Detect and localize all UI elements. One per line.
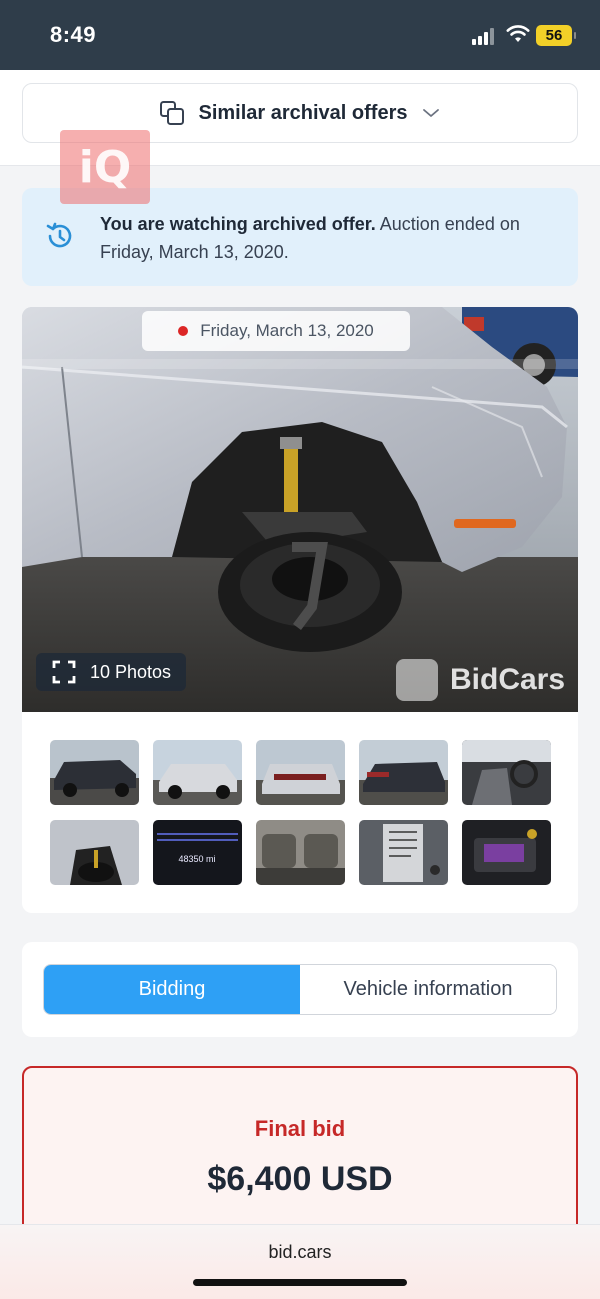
final-bid-card: Final bid $6,400 USD [22, 1066, 578, 1246]
status-dot-icon [178, 326, 189, 336]
final-bid-value: $6,400 USD [207, 1160, 393, 1198]
tabs-card: Bidding Vehicle information [22, 942, 578, 1037]
thumbnail-engine-bay[interactable] [462, 820, 551, 885]
photo-gallery-card: Friday, March 13, 2020 10 Photos BidCars [22, 307, 578, 913]
tab-bidding[interactable]: Bidding [44, 965, 300, 1014]
auction-date-pill: Friday, March 13, 2020 [142, 311, 410, 351]
main-vehicle-photo[interactable] [22, 307, 578, 712]
notice-bold: You are watching archived offer. [100, 214, 376, 234]
chevron-down-icon [423, 109, 440, 117]
tab-bidding-label: Bidding [138, 978, 206, 1000]
thumbnail-odometer[interactable]: 48350 mi [153, 820, 242, 885]
notice-text: You are watching archived offer. Auction… [100, 210, 520, 266]
thumbnail-door-label[interactable] [359, 820, 448, 885]
copy-icon [159, 101, 184, 125]
status-time: 8:49 [50, 22, 97, 47]
iq-watermark-text: iQ [78, 141, 132, 193]
thumbnail-rear-view[interactable] [256, 740, 345, 805]
thumbnail-rear-seats[interactable] [256, 820, 345, 885]
iq-watermark-logo: iQ [60, 130, 150, 204]
battery-icon: 56 [536, 25, 576, 46]
bidcars-watermark: BidCars [396, 659, 565, 701]
wifi-icon [506, 25, 530, 42]
auction-date: Friday, March 13, 2020 [200, 321, 374, 340]
tab-vehicle-information-label: Vehicle information [343, 978, 513, 1000]
thumbnail-front-left-view[interactable] [50, 740, 139, 805]
photos-count: 10 Photos [90, 661, 172, 682]
thumbnail-interior-front[interactable] [462, 740, 551, 805]
thumbnail-wheel-damage[interactable] [50, 820, 139, 885]
bidcars-watermark-text: BidCars [450, 663, 566, 696]
signal-icon [472, 27, 498, 45]
photos-count-button[interactable]: 10 Photos [36, 653, 186, 691]
bidcars-logo-icon [396, 659, 438, 701]
browser-url-bar[interactable]: bid.cars [0, 1224, 600, 1299]
odometer-reading: 48350 mi [178, 854, 215, 864]
browser-url: bid.cars [268, 1242, 332, 1262]
battery-level: 56 [545, 27, 563, 44]
fullscreen-icon [52, 660, 76, 684]
thumbnail-rear-left-view[interactable] [359, 740, 448, 805]
history-icon [46, 222, 72, 248]
home-indicator[interactable] [193, 1279, 407, 1286]
similar-offers-label: Similar archival offers [198, 101, 408, 124]
tab-vehicle-information[interactable]: Vehicle information [300, 965, 556, 1014]
tab-switcher: Bidding Vehicle information [43, 964, 557, 1015]
status-bar: 8:49 56 [0, 0, 600, 70]
final-bid-label: Final bid [254, 1116, 346, 1141]
thumbnail-front-view[interactable] [153, 740, 242, 805]
